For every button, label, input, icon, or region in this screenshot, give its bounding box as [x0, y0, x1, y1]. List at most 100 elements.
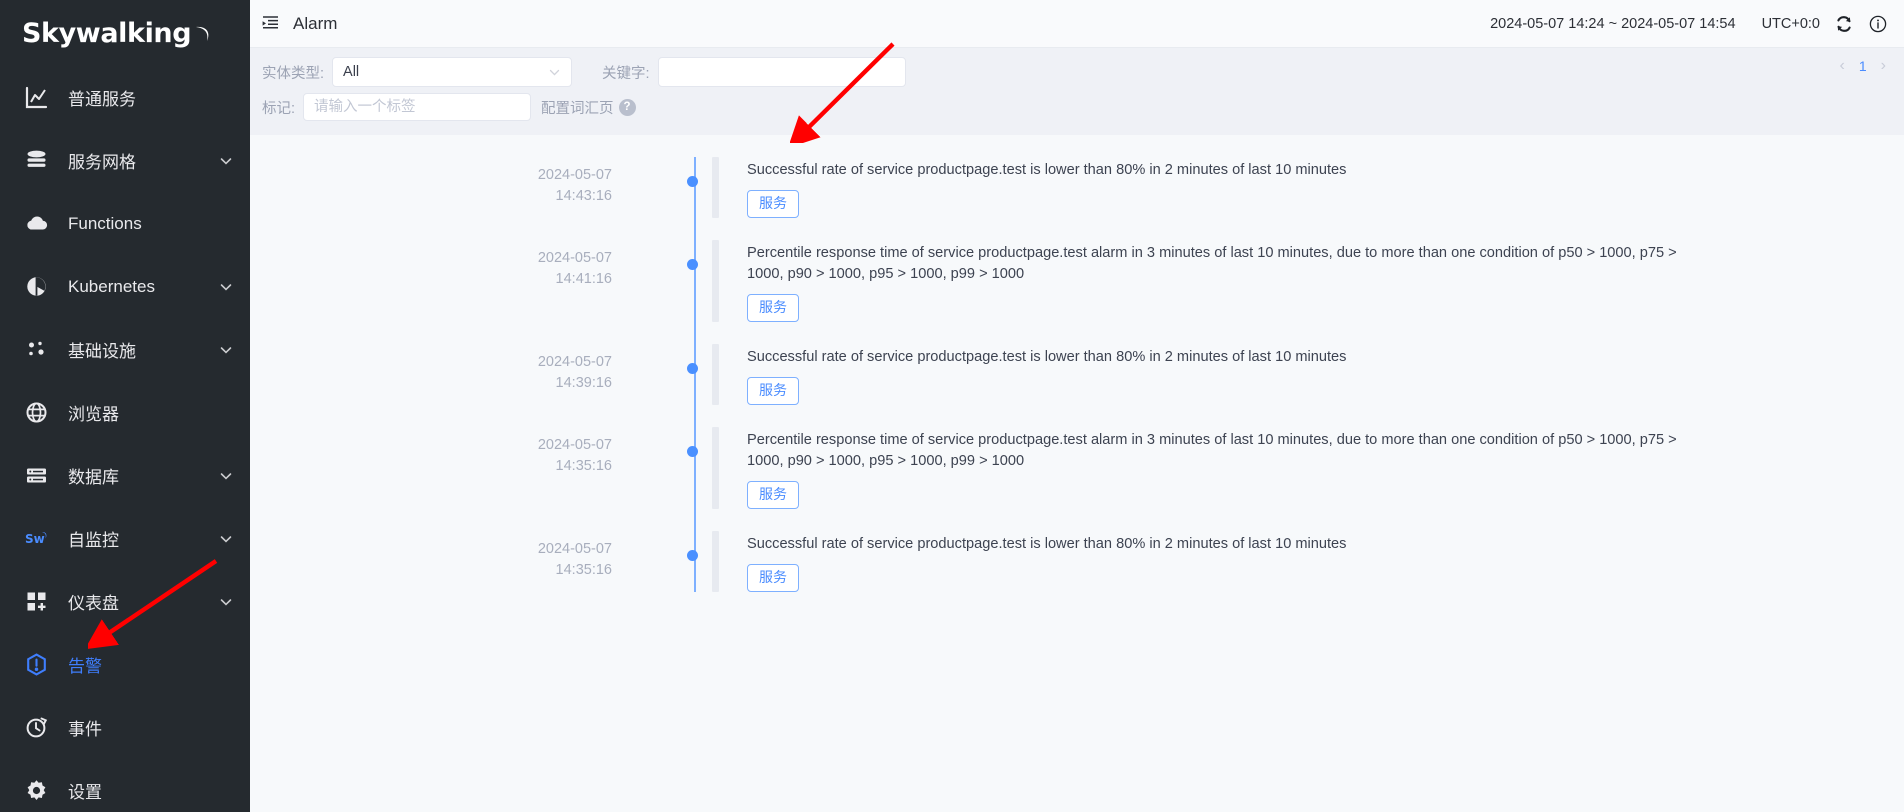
help-circle-icon[interactable]: ?	[618, 98, 636, 116]
sidebar: Skywalking 普通服务服务网格 Functions Kubernetes 基础…	[0, 0, 250, 812]
alarm-card-accent-bar	[712, 240, 719, 322]
chevron-down-icon	[548, 66, 561, 79]
alarm-time-value: 14:39:16	[555, 375, 612, 391]
sidebar-item-2[interactable]: 服务网格	[0, 129, 250, 192]
alarm-card-body: Percentile response time of service prod…	[719, 427, 1904, 509]
pagination-next-button[interactable]: ›	[1881, 58, 1886, 74]
skywalking-app: Skywalking 普通服务服务网格 Functions Kubernetes 基础…	[0, 0, 1904, 812]
alarm-card-body: Percentile response time of service prod…	[719, 240, 1904, 322]
sidebar-item-label: 事件	[68, 720, 102, 739]
alarm-date: 2024-05-07	[537, 437, 612, 453]
alarm-card[interactable]: Successful rate of service productpage.t…	[712, 531, 1904, 592]
alarm-scope-tag[interactable]: 服务	[747, 481, 799, 509]
refresh-icon[interactable]	[1834, 14, 1854, 34]
vocabulary-config-link[interactable]: 配置词汇页 ?	[541, 97, 636, 118]
kubernetes-pie-icon	[22, 273, 50, 301]
sidebar-item-5[interactable]: 基础设施	[0, 318, 250, 381]
sidebar-item-label: 数据库	[68, 468, 119, 487]
chevron-down-icon[interactable]	[218, 531, 234, 547]
sidebar-item-label: 服务网格	[68, 153, 136, 172]
alarm-message: Successful rate of service productpage.t…	[747, 349, 1347, 365]
brand-name: Skywalking	[22, 17, 192, 49]
chevron-down-icon[interactable]	[218, 468, 234, 484]
alarm-card-body: Successful rate of service productpage.t…	[719, 344, 1904, 405]
alarm-message: Successful rate of service productpage.t…	[747, 162, 1347, 178]
chevron-down-icon[interactable]	[218, 594, 234, 610]
alarm-item: 2024-05-07 14:43:16 Successful rate of ser…	[518, 157, 1904, 218]
alarm-card-accent-bar	[712, 427, 719, 509]
timeline-dot	[687, 550, 698, 561]
brand-logo[interactable]: Skywalking	[0, 0, 250, 66]
sidebar-item-4[interactable]: Kubernetes	[0, 255, 250, 318]
main-area: Alarm 2024-05-07 14:24 ~ 2024-05-07 14:5…	[250, 0, 1904, 812]
database-list-icon	[22, 462, 50, 490]
sidebar-item-10[interactable]: 告警	[0, 633, 250, 696]
sidebar-item-3[interactable]: Functions	[0, 192, 250, 255]
alarm-item: 2024-05-07 14:35:16 Successful rate of ser…	[518, 531, 1904, 592]
alarm-card-accent-bar	[712, 531, 719, 592]
alarm-scope-tag[interactable]: 服务	[747, 377, 799, 405]
chart-line-icon	[22, 84, 50, 112]
timeline-dot	[687, 259, 698, 270]
alarm-scope-tag[interactable]: 服务	[747, 294, 799, 322]
alarm-card-accent-bar	[712, 157, 719, 218]
alarm-timestamp: 2024-05-07 14:35:16	[518, 531, 694, 581]
sidebar-item-label: Kubernetes	[68, 276, 155, 296]
dashboard-grid-plus-icon	[22, 588, 50, 616]
alarm-timestamp: 2024-05-07 14:35:16	[518, 427, 694, 477]
topbar: Alarm 2024-05-07 14:24 ~ 2024-05-07 14:5…	[250, 0, 1904, 48]
skywalking-sw-icon: Sw	[22, 525, 50, 553]
layers-stack-icon	[22, 147, 50, 175]
pagination-page-1[interactable]: 1	[1859, 58, 1867, 74]
alarm-time-value: 14:35:16	[555, 458, 612, 474]
alarm-card-body: Successful rate of service productpage.t…	[719, 531, 1904, 592]
alarm-timeline: 2024-05-07 14:43:16 Successful rate of ser…	[250, 157, 1904, 592]
alarm-card[interactable]: Percentile response time of service prod…	[712, 240, 1904, 322]
alarm-timestamp: 2024-05-07 14:41:16	[518, 240, 694, 290]
alarm-timestamp: 2024-05-07 14:39:16	[518, 344, 694, 394]
sidebar-nav: 普通服务服务网格 Functions Kubernetes 基础设施浏览器数据库 Sw 自…	[0, 66, 250, 812]
page-title: Alarm	[293, 13, 338, 33]
tag-input[interactable]	[303, 93, 532, 121]
globe-icon	[22, 399, 50, 427]
sidebar-item-8[interactable]: Sw 自监控	[0, 507, 250, 570]
sidebar-item-label: 普通服务	[68, 90, 136, 109]
topbar-right: 2024-05-07 14:24 ~ 2024-05-07 14:54 UTC+…	[1490, 14, 1888, 34]
vocabulary-config-label: 配置词汇页	[541, 100, 614, 117]
alarm-message: Percentile response time of service prod…	[747, 245, 1677, 282]
crescent-moon-icon	[192, 25, 212, 45]
sidebar-item-12[interactable]: 设置	[0, 759, 250, 812]
sidebar-item-6[interactable]: 浏览器	[0, 381, 250, 444]
filter-row-2: 标记: 配置词汇页 ?	[262, 93, 1888, 121]
sidebar-item-1[interactable]: 普通服务	[0, 66, 250, 129]
chevron-down-icon[interactable]	[218, 342, 234, 358]
time-range-picker[interactable]: 2024-05-07 14:24 ~ 2024-05-07 14:54	[1490, 16, 1736, 32]
sidebar-item-11[interactable]: 事件	[0, 696, 250, 759]
entity-type-label: 实体类型:	[262, 65, 325, 82]
sidebar-item-9[interactable]: 仪表盘	[0, 570, 250, 633]
svg-text:Sw: Sw	[25, 532, 45, 546]
collapse-sidebar-icon[interactable]	[260, 14, 280, 34]
alarm-card[interactable]: Percentile response time of service prod…	[712, 427, 1904, 509]
sidebar-item-label: 浏览器	[68, 405, 119, 424]
sidebar-item-7[interactable]: 数据库	[0, 444, 250, 507]
keyword-input[interactable]	[657, 57, 906, 87]
gear-icon	[22, 777, 50, 805]
entity-type-select[interactable]: All	[332, 57, 573, 87]
chevron-down-icon[interactable]	[218, 279, 234, 295]
nodes-dots-icon	[22, 336, 50, 364]
cloud-icon	[22, 210, 50, 238]
entity-type-value: All	[343, 64, 360, 80]
pagination-prev-button[interactable]: ‹	[1840, 58, 1845, 74]
alarm-card[interactable]: Successful rate of service productpage.t…	[712, 344, 1904, 405]
alarm-scope-tag[interactable]: 服务	[747, 564, 799, 592]
topbar-left: Alarm	[260, 14, 337, 34]
alarm-card[interactable]: Successful rate of service productpage.t…	[712, 157, 1904, 218]
tag-label: 标记:	[262, 100, 296, 117]
alarm-card-body: Successful rate of service productpage.t…	[719, 157, 1904, 218]
alarm-scope-tag[interactable]: 服务	[747, 190, 799, 218]
pagination: ‹ 1 ›	[1840, 58, 1886, 75]
alarm-time-value: 14:43:16	[555, 188, 612, 204]
info-circle-icon[interactable]	[1868, 14, 1888, 34]
chevron-down-icon[interactable]	[218, 153, 234, 169]
